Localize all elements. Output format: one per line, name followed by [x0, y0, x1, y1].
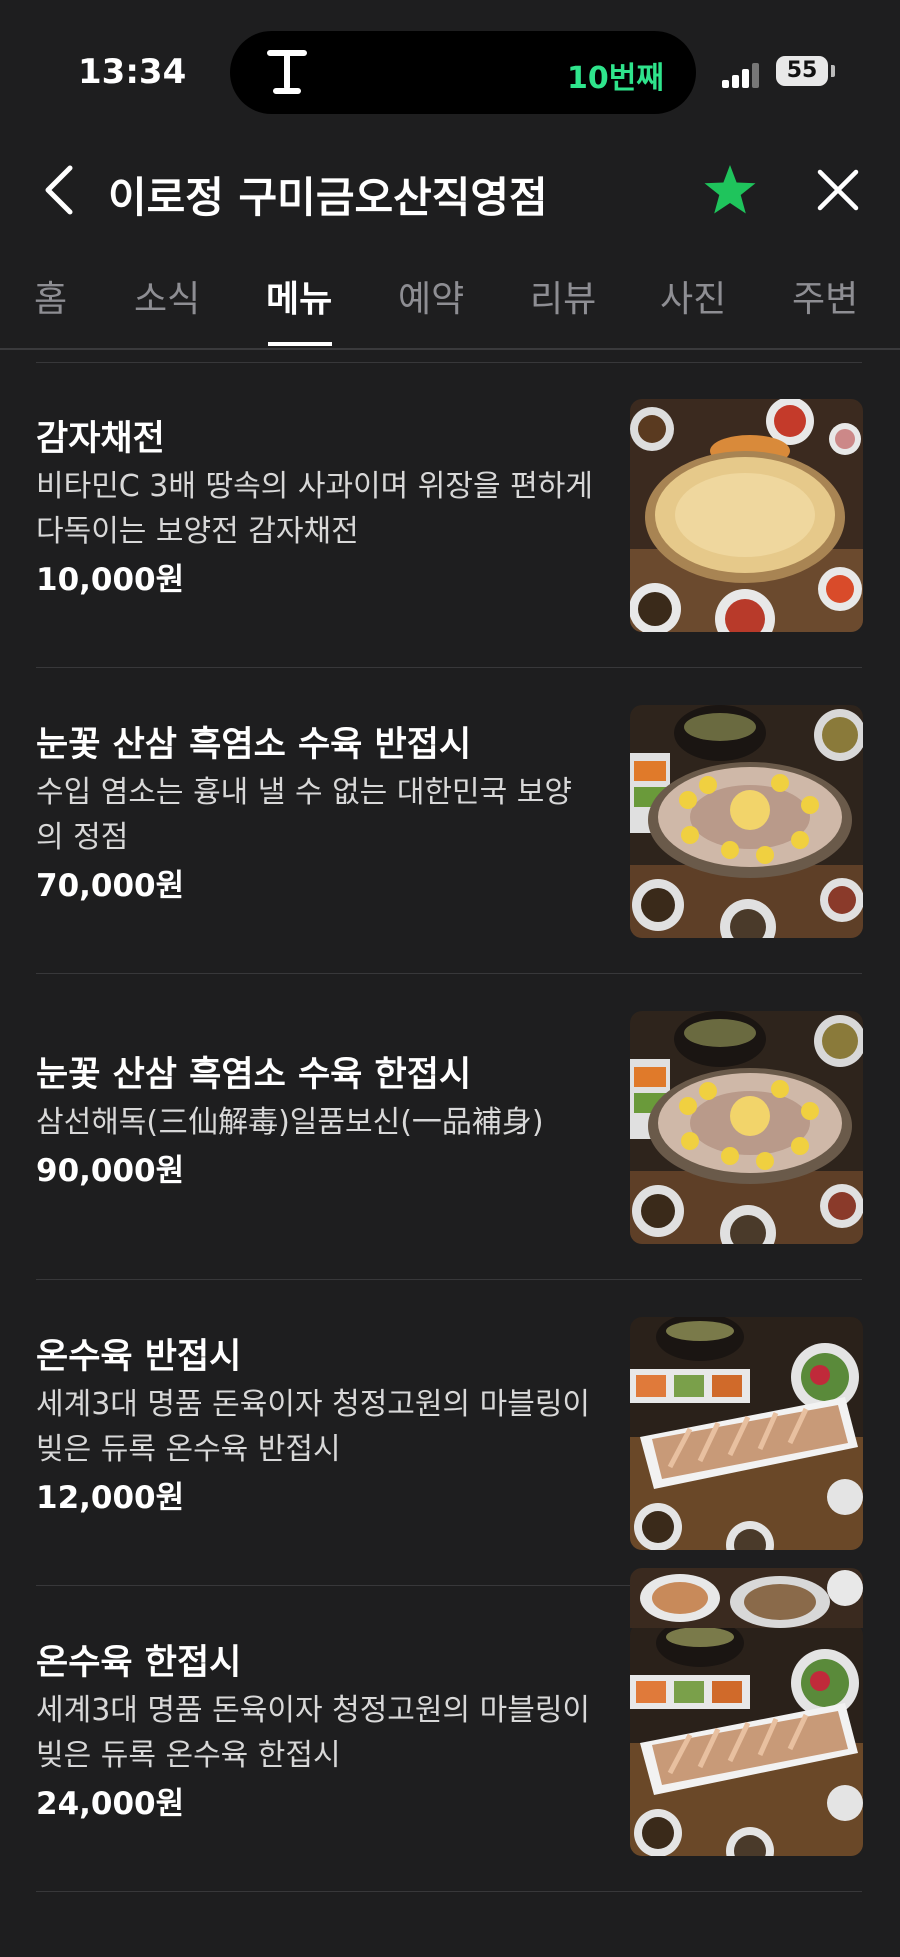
signal-icon — [722, 60, 762, 88]
menu-item-photo[interactable] — [630, 1568, 863, 1628]
menu-item-price: 24,000원 — [36, 1786, 185, 1822]
menu-item-name: 눈꽃 산삼 흑염소 수육 한접시 — [36, 1055, 472, 1095]
page-title: 이로정 구미금오산직영점 — [108, 173, 548, 222]
app-logo-icon — [267, 50, 307, 94]
dynamic-island[interactable]: 10번째 — [230, 31, 696, 114]
menu-item-name: 눈꽃 산삼 흑염소 수육 반접시 — [36, 725, 472, 765]
back-button[interactable] — [30, 160, 90, 220]
divider — [36, 1891, 862, 1892]
menu-item[interactable]: 온수육 한접시 세계3대 명품 돈육이자 청정고원의 마블링이 빚은 듀록 온수… — [0, 1586, 900, 1892]
menu-item-description: 수입 염소는 흉내 낼 수 없는 대한민국 보양의 정점 — [36, 775, 572, 855]
menu-item-name: 온수육 반접시 — [36, 1337, 242, 1377]
battery-level: 55 — [786, 58, 818, 83]
menu-item[interactable]: 눈꽃 산삼 흑염소 수육 반접시 수입 염소는 흉내 낼 수 없는 대한민국 보… — [0, 668, 900, 974]
menu-item-description: 세계3대 명품 돈육이자 청정고원의 마블링이 빚은 듀록 온수육 반접시 — [36, 1387, 591, 1467]
menu-item-description: 비타민C 3배 땅속의 사과이며 위장을 편하게 다독이는 보양전 감자채전 — [36, 469, 593, 549]
menu-item-photo[interactable] — [630, 1011, 863, 1244]
status-time: 13:34 — [78, 52, 187, 92]
status-bar: 13:34 10번째 55 — [0, 0, 900, 130]
place-header: 이로정 구미금오산직영점 — [0, 140, 900, 240]
menu-item-photo[interactable] — [630, 705, 863, 938]
menu-item-photo[interactable] — [630, 399, 863, 632]
menu-item-price: 90,000원 — [36, 1153, 185, 1189]
battery-tip — [831, 65, 835, 77]
menu-item[interactable]: 감자채전 비타민C 3배 땅속의 사과이며 위장을 편하게 다독이는 보양전 감… — [0, 362, 900, 668]
tab-menu[interactable]: 메뉴 — [266, 270, 332, 350]
menu-item-price: 10,000원 — [36, 562, 185, 598]
menu-item-price: 12,000원 — [36, 1480, 185, 1516]
close-button[interactable] — [808, 160, 868, 220]
island-label: 10번째 — [567, 61, 664, 96]
menu-item[interactable]: 온수육 반접시 세계3대 명품 돈육이자 청정고원의 마블링이 빚은 듀록 온수… — [0, 1280, 900, 1586]
menu-item-description: 삼선해독(三仙解毒)일품보신(一品補身) — [36, 1105, 544, 1140]
tab-photos[interactable]: 사진 — [660, 270, 726, 350]
tab-reservation[interactable]: 예약 — [398, 270, 464, 350]
battery-icon: 55 — [776, 56, 828, 86]
close-icon — [817, 169, 859, 211]
menu-item-description: 세계3대 명품 돈육이자 청정고원의 마블링이 빚은 듀록 온수육 한접시 — [36, 1693, 591, 1773]
menu-item[interactable]: 눈꽃 산삼 흑염소 수육 한접시 삼선해독(三仙解毒)일품보신(一品補身) 90… — [0, 974, 900, 1280]
star-icon — [704, 165, 756, 214]
tab-reviews[interactable]: 리뷰 — [530, 270, 596, 350]
active-tab-indicator — [268, 342, 332, 346]
tab-news[interactable]: 소식 — [134, 270, 200, 350]
tab-nearby[interactable]: 주변 — [792, 270, 858, 350]
tab-bar: 홈 소식 메뉴 예약 리뷰 사진 주변 — [0, 262, 900, 350]
menu-item-name: 감자채전 — [36, 419, 165, 459]
favorite-button[interactable] — [700, 160, 760, 220]
back-arrow-icon — [45, 165, 73, 215]
menu-item-name: 온수육 한접시 — [36, 1643, 242, 1683]
menu-item-photo[interactable] — [630, 1317, 863, 1550]
menu-item-price: 70,000원 — [36, 868, 185, 904]
tab-home[interactable]: 홈 — [34, 270, 67, 350]
menu-item-photo[interactable] — [630, 1623, 863, 1856]
